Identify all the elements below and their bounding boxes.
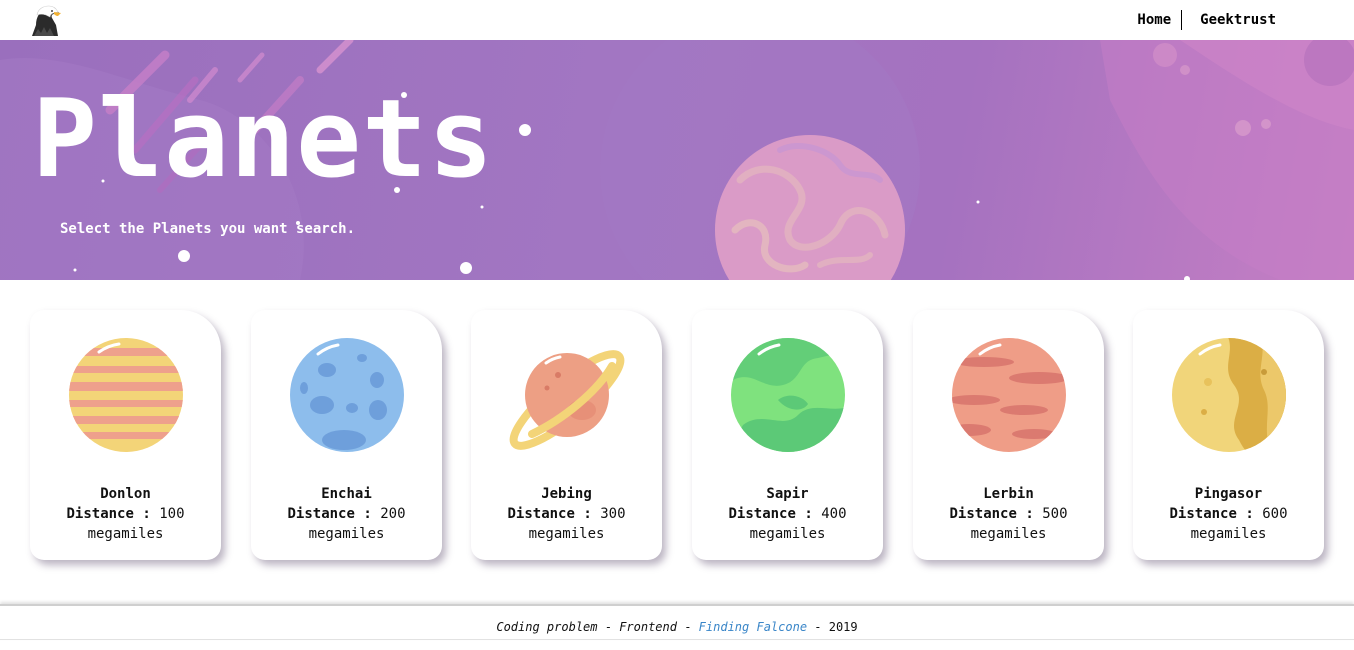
planet-name: Jebing — [541, 486, 592, 502]
striped-yellow-planet-icon — [69, 338, 183, 452]
eagle-logo-icon[interactable] — [28, 3, 62, 37]
planet-distance: Distance : 200 — [287, 506, 406, 522]
footer-text-frontend: Frontend — [619, 620, 677, 634]
planet-name: Donlon — [100, 486, 151, 502]
planet-distance: Distance : 400 — [728, 506, 847, 522]
planet-distance-unit: megamiles — [308, 526, 385, 542]
planet-card-enchai[interactable]: Enchai Distance : 200 megamiles — [251, 310, 442, 560]
planet-card-jebing[interactable]: Jebing Distance : 300 megamiles — [471, 310, 662, 560]
golden-planet-icon — [1172, 338, 1286, 452]
nav-geektrust-link[interactable]: Geektrust — [1200, 12, 1276, 28]
planet-distance-unit: megamiles — [528, 526, 605, 542]
footer-separator: - — [676, 620, 699, 634]
footer-separator: - — [597, 620, 620, 634]
planet-card-list: Donlon Distance : 100 megamiles Enchai D… — [0, 310, 1354, 562]
green-planet-icon — [731, 338, 845, 452]
page-title: Planets — [32, 77, 495, 202]
planet-name: Lerbin — [983, 486, 1034, 502]
planet-card-pingasor[interactable]: Pingasor Distance : 600 megamiles — [1133, 310, 1324, 560]
page-subtitle: Select the Planets you want search. — [60, 221, 356, 237]
planet-card-lerbin[interactable]: Lerbin Distance : 500 megamiles — [913, 310, 1104, 560]
main-nav: Home Geektrust — [1137, 10, 1276, 30]
page-footer: Coding problem - Frontend - Finding Falc… — [0, 604, 1354, 640]
footer-separator: - — [807, 620, 829, 634]
planet-name: Pingasor — [1194, 486, 1263, 502]
planet-distance-unit: megamiles — [970, 526, 1047, 542]
planet-distance-unit: megamiles — [87, 526, 164, 542]
ringed-planet-icon — [509, 350, 625, 450]
footer-year: 2019 — [828, 620, 858, 634]
planet-distance: Distance : 100 — [66, 506, 185, 522]
nav-divider — [1181, 10, 1183, 30]
hero-banner: Planets Select the Planets you want sear… — [0, 40, 1354, 280]
planet-card-sapir[interactable]: Sapir Distance : 400 megamiles — [692, 310, 883, 560]
planet-name: Sapir — [766, 486, 809, 502]
nav-home-link[interactable]: Home — [1137, 12, 1171, 28]
planet-distance-unit: megamiles — [1190, 526, 1267, 542]
footer-finding-falcone-link[interactable]: Finding Falcone — [699, 620, 807, 634]
blue-crater-planet-icon — [290, 338, 404, 452]
planet-distance: Distance : 500 — [949, 506, 1068, 522]
planet-name: Enchai — [321, 486, 372, 502]
footer-text-coding-problem: Coding problem — [496, 620, 598, 634]
planet-distance-unit: megamiles — [749, 526, 826, 542]
top-navbar: Home Geektrust — [0, 0, 1354, 40]
red-planet-icon — [952, 338, 1066, 452]
planet-card-donlon[interactable]: Donlon Distance : 100 megamiles — [30, 310, 221, 560]
planet-distance: Distance : 600 — [1169, 506, 1288, 522]
planet-distance: Distance : 300 — [507, 506, 626, 522]
